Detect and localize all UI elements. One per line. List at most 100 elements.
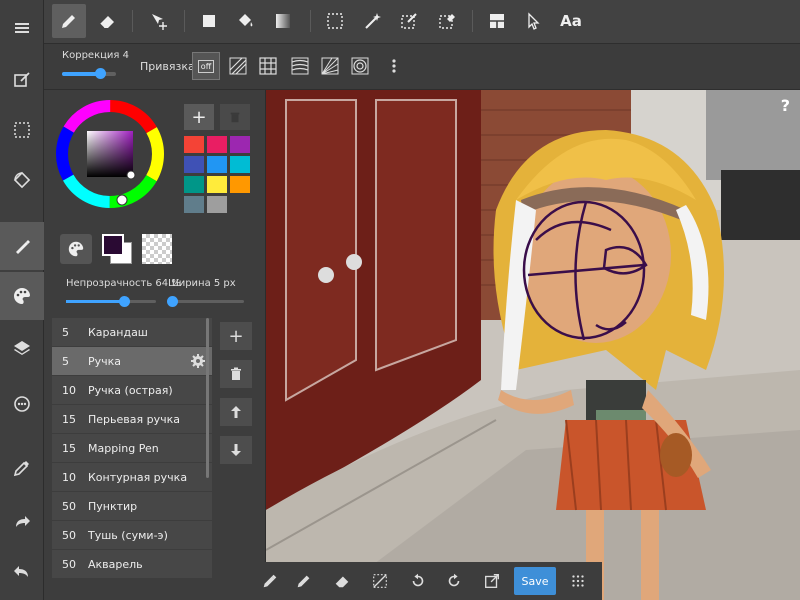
eraser-tool-button[interactable]	[90, 4, 124, 38]
move-tool-button[interactable]	[142, 4, 176, 38]
frame-divider-button[interactable]	[480, 4, 514, 38]
color-swatch[interactable]	[184, 196, 204, 213]
color-swatch[interactable]	[184, 156, 204, 173]
deselect-button[interactable]	[366, 567, 394, 595]
more-vert-icon	[392, 59, 396, 73]
gradient-tool-button[interactable]	[266, 4, 300, 38]
list-item[interactable]: 50 Пунктир	[52, 492, 212, 521]
add-brush-button[interactable]: +	[220, 322, 252, 350]
eyedropper-button[interactable]	[0, 444, 44, 492]
width-slider-knob[interactable]	[166, 296, 178, 307]
color-wheel[interactable]	[54, 98, 166, 210]
drawing-canvas[interactable]: ?	[266, 90, 800, 600]
list-item[interactable]: 5 Ручка	[52, 347, 212, 376]
snap-concentric-button[interactable]	[346, 52, 374, 80]
add-swatch-button[interactable]: +	[184, 104, 214, 130]
delete-brush-button[interactable]	[220, 360, 252, 388]
eraser-quick-button[interactable]	[328, 567, 356, 595]
magic-wand-icon	[365, 13, 381, 29]
snap-label: Привязка	[140, 60, 195, 73]
snap-perspective-button[interactable]	[316, 52, 344, 80]
list-item[interactable]: 50 Акварель	[52, 550, 212, 579]
move-brush-up-button[interactable]	[220, 398, 252, 426]
redo-button[interactable]	[0, 498, 44, 546]
select-pen-icon	[401, 13, 417, 29]
correction-label: Коррекция 4	[62, 50, 129, 61]
color-swatch[interactable]	[230, 136, 250, 153]
undo-button[interactable]	[0, 548, 44, 596]
transparent-color[interactable]	[142, 234, 172, 264]
transform-button[interactable]	[478, 567, 506, 595]
fill-tool-button[interactable]	[228, 4, 262, 38]
save-button[interactable]: Save	[514, 567, 556, 595]
text-tool-button[interactable]: Aa	[554, 4, 588, 38]
foreground-color[interactable]	[102, 234, 124, 256]
brush-name: Пунктир	[88, 499, 138, 513]
color-swatch[interactable]	[207, 176, 227, 193]
move-icon	[152, 14, 167, 30]
snap-off-button[interactable]: off	[192, 52, 220, 80]
snap-grid-button[interactable]	[254, 52, 282, 80]
delete-swatch-button[interactable]	[220, 104, 250, 130]
curved-lines-icon	[291, 57, 309, 75]
rotate-left-button[interactable]	[404, 567, 432, 595]
select-pen-button[interactable]	[392, 4, 426, 38]
move-brush-down-button[interactable]	[220, 436, 252, 464]
shape-tool-button[interactable]	[192, 4, 226, 38]
correction-slider[interactable]	[62, 68, 116, 79]
parallel-lines-icon	[229, 57, 247, 75]
brush-list-scrollbar[interactable]	[206, 318, 209, 478]
color-swatch[interactable]	[230, 176, 250, 193]
pen-tool-button[interactable]	[52, 4, 86, 38]
correction-slider-knob[interactable]	[94, 68, 106, 79]
list-item[interactable]: 15 Перьевая ручка	[52, 405, 212, 434]
cursor-tool-button[interactable]	[516, 4, 550, 38]
rotate-canvas-button[interactable]	[0, 156, 44, 204]
color-palette-button[interactable]	[60, 234, 92, 264]
eyedropper-quick-button[interactable]	[256, 567, 284, 595]
brush-list-actions: +	[220, 322, 252, 474]
more-options-button[interactable]	[380, 52, 408, 80]
rotate-right-button[interactable]	[440, 567, 468, 595]
eraser-icon	[335, 576, 349, 588]
selection-button[interactable]	[0, 106, 44, 154]
material-button[interactable]	[0, 380, 44, 428]
list-item[interactable]: 15 Mapping Pen	[52, 434, 212, 463]
brush-size: 50	[62, 557, 76, 571]
bottom-toolbar: Save	[256, 562, 602, 600]
width-slider[interactable]	[166, 296, 244, 307]
select-rect-button[interactable]	[318, 4, 352, 38]
pen-icon	[62, 15, 75, 28]
left-rail	[0, 0, 44, 600]
brush-tool-button[interactable]	[0, 222, 44, 270]
color-swatch[interactable]	[207, 196, 227, 213]
menu-button[interactable]	[0, 4, 44, 52]
select-eraser-button[interactable]	[430, 4, 464, 38]
pen-quick-button[interactable]	[290, 567, 318, 595]
color-swatch[interactable]	[207, 136, 227, 153]
perspective-icon	[321, 57, 339, 75]
magic-wand-button[interactable]	[356, 4, 390, 38]
color-swatch[interactable]	[184, 136, 204, 153]
opacity-slider-knob[interactable]	[118, 296, 130, 307]
list-item[interactable]: 5 Карандаш	[52, 318, 212, 347]
list-item[interactable]: 10 Ручка (острая)	[52, 376, 212, 405]
color-swatch[interactable]	[207, 156, 227, 173]
layers-button[interactable]	[0, 324, 44, 372]
color-row	[60, 234, 172, 264]
color-swatch[interactable]	[230, 156, 250, 173]
palette-button[interactable]	[0, 272, 44, 320]
brush-name: Перьевая ручка	[88, 412, 180, 426]
color-swatch[interactable]	[184, 176, 204, 193]
gear-icon[interactable]	[190, 353, 206, 369]
snap-parallel-button[interactable]	[224, 52, 252, 80]
grid-menu-button[interactable]	[564, 567, 592, 595]
edit-window-button[interactable]	[0, 56, 44, 104]
snap-curve-button[interactable]	[286, 52, 314, 80]
help-button[interactable]: ?	[781, 96, 790, 115]
list-item[interactable]: 50 Тушь (суми-э)	[52, 521, 212, 550]
list-item[interactable]: 10 Контурная ручка	[52, 463, 212, 492]
width-label: Ширина 5 px	[168, 278, 236, 289]
opacity-slider[interactable]	[66, 296, 156, 307]
current-colors[interactable]	[102, 234, 132, 264]
